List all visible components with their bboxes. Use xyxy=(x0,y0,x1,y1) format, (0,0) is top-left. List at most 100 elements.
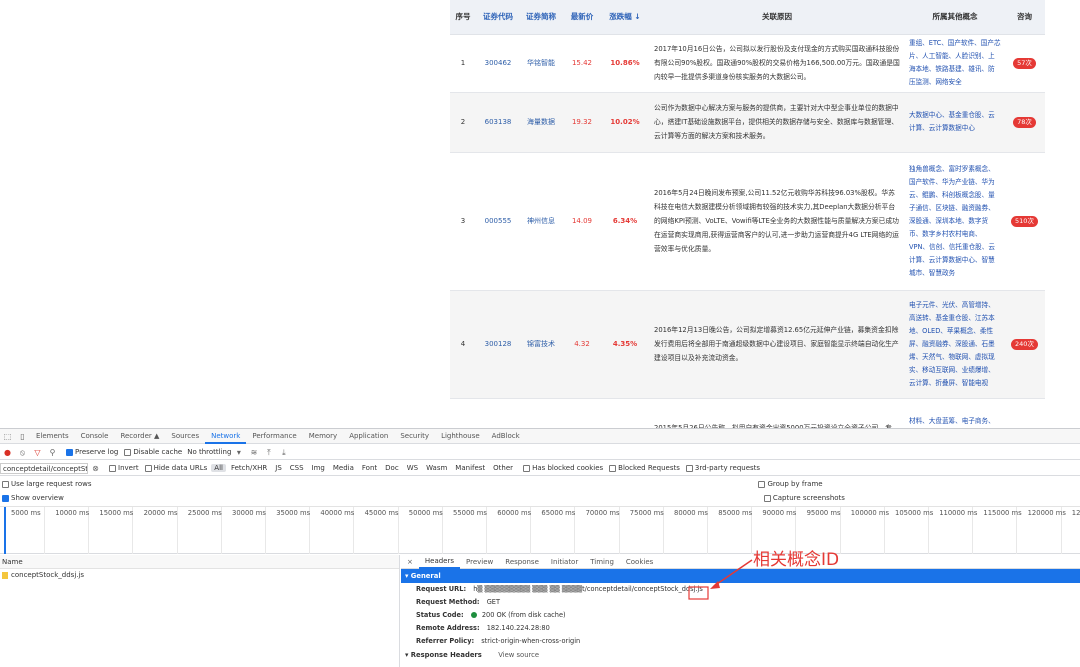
tab-timing[interactable]: Timing xyxy=(584,558,620,566)
filter-all[interactable]: All xyxy=(211,464,226,472)
timeline-tick-label: 25000 ms xyxy=(187,509,222,517)
filter-js[interactable]: JS xyxy=(272,464,285,472)
filter-ws[interactable]: WS xyxy=(404,464,421,472)
group-by-frame-label: Group by frame xyxy=(767,480,823,488)
network-timeline-overview[interactable]: 5000 ms 10000 ms 15000 ms 20000 ms 25000 ms 3… xyxy=(0,506,1080,554)
search-icon[interactable]: ⚲ xyxy=(48,448,57,457)
other-concepts[interactable]: 大数据中心、基金重仓股、云计算、云计算数据中心 xyxy=(906,92,1004,153)
stock-change xyxy=(602,398,648,428)
invert-checkbox[interactable] xyxy=(109,464,116,472)
tab-recorder[interactable]: Recorder ▲ xyxy=(114,432,165,440)
filter-input[interactable]: conceptdetail/conceptStock xyxy=(0,462,88,474)
record-icon[interactable]: ● xyxy=(3,448,12,457)
disable-cache-checkbox[interactable] xyxy=(124,448,132,456)
view-source-link[interactable]: View source xyxy=(498,651,539,659)
other-concepts[interactable]: 独角兽概念、富时罗素概念、国产软件、华为产业链、华为云、鲲鹏、科创板概念股、量子… xyxy=(906,152,1004,291)
close-details-icon[interactable]: × xyxy=(401,558,419,566)
stock-price: 14.09 xyxy=(562,152,602,291)
stock-code-link[interactable]: 300462 xyxy=(476,34,520,93)
tab-preview[interactable]: Preview xyxy=(460,558,499,566)
consult-badge[interactable]: 78次 xyxy=(1013,116,1036,128)
consult-badge[interactable]: 510次 xyxy=(1011,215,1038,227)
filter-media[interactable]: Media xyxy=(330,464,357,472)
col-header-code[interactable]: 证券代码 xyxy=(476,0,520,35)
tab-adblock[interactable]: AdBlock xyxy=(486,432,526,440)
show-overview-checkbox[interactable] xyxy=(2,494,9,502)
stock-code-link[interactable]: 603138 xyxy=(476,92,520,153)
request-list-header[interactable]: Name xyxy=(0,555,399,569)
col-header-change[interactable]: 涨跌幅 ↓ xyxy=(602,0,648,35)
filter-font[interactable]: Font xyxy=(359,464,380,472)
large-rows-checkbox[interactable] xyxy=(2,480,9,488)
stock-name-link[interactable] xyxy=(520,398,562,428)
other-concepts[interactable]: 材料、大盘蓝筹、电子商务、富时罗素概念、海铁、汇金概 xyxy=(906,398,1004,428)
timeline-tick-label: 115000 ms xyxy=(983,509,1022,517)
general-section-header[interactable]: ▾ General xyxy=(401,569,1080,583)
stock-code-link[interactable]: 000555 xyxy=(476,152,520,291)
filter-doc[interactable]: Doc xyxy=(382,464,402,472)
stock-name-link[interactable]: 锦富技术 xyxy=(520,290,562,399)
request-row[interactable]: conceptStock_ddsj.js xyxy=(0,569,399,582)
stock-name-link[interactable]: 华铭智能 xyxy=(520,34,562,93)
row-index xyxy=(450,398,476,428)
third-party-checkbox[interactable] xyxy=(685,464,693,472)
stock-name-link[interactable]: 神州信息 xyxy=(520,152,562,291)
consult-badge[interactable]: 240次 xyxy=(1011,338,1038,350)
stock-code-link[interactable]: 300128 xyxy=(476,290,520,399)
filter-wasm[interactable]: Wasm xyxy=(423,464,450,472)
filter-icon[interactable]: ▽ xyxy=(33,448,42,457)
download-icon[interactable]: ⤓ xyxy=(279,448,288,457)
stock-price xyxy=(562,398,602,428)
tab-response[interactable]: Response xyxy=(499,558,545,566)
devtools-tab-bar: ⬚ ▯ Elements Console Recorder ▲ Sources … xyxy=(0,429,1080,444)
timeline-tick-label: 10000 ms xyxy=(55,509,90,517)
blocked-requests-checkbox[interactable] xyxy=(609,464,617,472)
filter-manifest[interactable]: Manifest xyxy=(452,464,488,472)
consult-badge[interactable]: 57次 xyxy=(1013,57,1036,69)
stock-name-link[interactable]: 海量数据 xyxy=(520,92,562,153)
has-blocked-cookies-checkbox[interactable] xyxy=(523,464,531,472)
timeline-tick-label: 5000 ms xyxy=(11,509,41,517)
response-headers-section[interactable]: ▾ Response Headers View source xyxy=(401,648,1080,662)
other-concepts[interactable]: 重组、ETC、国产软件、国产芯片、人工智能、人脸识别、上海本地、铁路基建、雄讯、… xyxy=(906,34,1004,93)
hide-data-urls-checkbox[interactable] xyxy=(144,464,152,472)
tab-network[interactable]: Network xyxy=(205,429,247,444)
tab-cookies[interactable]: Cookies xyxy=(620,558,659,566)
inspect-icon[interactable]: ⬚ xyxy=(3,432,12,441)
filter-other[interactable]: Other xyxy=(490,464,516,472)
stock-code-link[interactable] xyxy=(476,398,520,428)
other-concepts[interactable]: 电子元件、光伏、高管增持、高送转、基金重仓股、江苏本地、OLED、苹果概念、柔性… xyxy=(906,290,1004,399)
throttling-select[interactable]: No throttling xyxy=(187,448,231,456)
tab-lighthouse[interactable]: Lighthouse xyxy=(435,432,486,440)
related-reason: 2016年12月13日晚公告，公司拟定增募资12.65亿元延伸产业链，募集资金扣… xyxy=(648,290,906,399)
filter-img[interactable]: Img xyxy=(309,464,328,472)
request-url-label: Request URL: xyxy=(416,585,467,593)
tab-application[interactable]: Application xyxy=(343,432,394,440)
preserve-log-checkbox[interactable] xyxy=(66,448,73,456)
filter-fetch-xhr[interactable]: Fetch/XHR xyxy=(228,464,270,472)
group-by-frame-checkbox[interactable] xyxy=(758,480,766,488)
device-toolbar-icon[interactable]: ▯ xyxy=(18,432,27,441)
tab-memory[interactable]: Memory xyxy=(303,432,343,440)
col-header-price[interactable]: 最新价 xyxy=(562,0,602,35)
capture-screenshots-checkbox[interactable] xyxy=(763,494,771,502)
timeline-tick-label: 35000 ms xyxy=(276,509,311,517)
upload-icon[interactable]: ⤒ xyxy=(264,448,273,457)
col-header-name[interactable]: 证券简称 xyxy=(520,0,562,35)
tab-headers[interactable]: Headers xyxy=(418,555,461,569)
filter-css[interactable]: CSS xyxy=(287,464,307,472)
tab-sources[interactable]: Sources xyxy=(165,432,205,440)
tab-initiator[interactable]: Initiator xyxy=(545,558,584,566)
tab-performance[interactable]: Performance xyxy=(246,432,302,440)
wifi-icon[interactable]: ≋ xyxy=(249,448,258,457)
tab-elements[interactable]: Elements xyxy=(30,432,75,440)
blocked-requests-label: Blocked Requests xyxy=(618,464,680,472)
chevron-down-icon[interactable]: ▾ xyxy=(234,448,243,457)
tab-console[interactable]: Console xyxy=(75,432,115,440)
timeline-tick-label: 50000 ms xyxy=(408,509,443,517)
capture-screenshots-label: Capture screenshots xyxy=(772,494,845,502)
clear-filter-icon[interactable]: ⊗ xyxy=(91,464,100,473)
clear-icon[interactable]: ⦸ xyxy=(18,448,27,457)
col-header-index: 序号 xyxy=(450,0,476,35)
tab-security[interactable]: Security xyxy=(394,432,435,440)
